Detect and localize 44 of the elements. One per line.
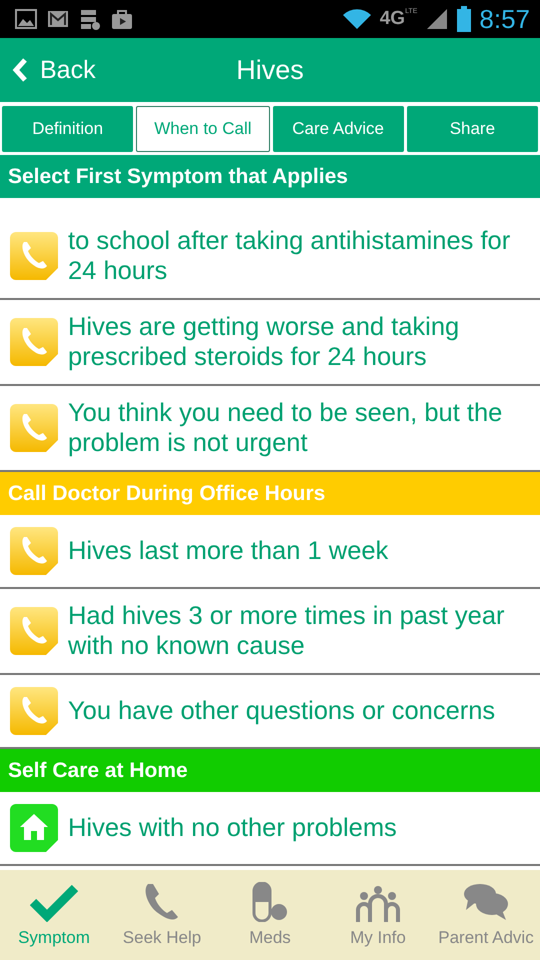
battery-icon bbox=[457, 6, 472, 32]
symptom-text: You think you need to be seen, but the problem is not urgent bbox=[68, 398, 504, 458]
house-icon bbox=[10, 804, 58, 852]
symptom-text: Hives last more than 1 week bbox=[68, 536, 390, 566]
phone-icon bbox=[10, 318, 58, 366]
phone-icon bbox=[10, 607, 58, 655]
nav-tab[interactable]: Symptom bbox=[0, 870, 108, 960]
back-button[interactable]: Back bbox=[0, 56, 96, 84]
symptom-text: Had hives 3 or more times in past year with no known cause bbox=[68, 601, 506, 661]
phone-icon bbox=[10, 527, 58, 575]
section-header: Select First Symptom that Applies bbox=[0, 155, 540, 198]
phone-icon bbox=[10, 687, 58, 735]
chat-bubbles-icon bbox=[462, 882, 510, 922]
symptom-row[interactable]: Hives last more than 1 week bbox=[0, 515, 540, 589]
tab[interactable]: Definition bbox=[2, 106, 134, 152]
clock: 8:57 bbox=[479, 4, 530, 34]
chevron-left-icon bbox=[12, 57, 28, 83]
phone-icon bbox=[10, 232, 58, 280]
network-label: 4G bbox=[380, 8, 406, 30]
symptom-row[interactable]: Hives with no other problems bbox=[0, 792, 540, 866]
shopping-bag-icon bbox=[110, 7, 134, 31]
nav-tab[interactable]: My Info bbox=[324, 870, 432, 960]
symptom-text: Hives with no other problems bbox=[68, 813, 398, 843]
section-header: Call Doctor During Office Hours bbox=[0, 472, 540, 515]
picture-icon bbox=[14, 7, 38, 31]
symptom-row[interactable]: to school after taking antihistamines for 24 hours bbox=[0, 198, 540, 300]
symptom-text: to school after taking antihistamines for 24 hours bbox=[68, 226, 512, 286]
wifi-icon bbox=[342, 7, 372, 31]
symptom-row[interactable]: Hives are getting worse and taking prescribed steroids for 24 hours bbox=[0, 300, 540, 386]
section-header: Self Care at Home bbox=[0, 749, 540, 792]
tab[interactable]: When to Call bbox=[136, 106, 270, 152]
nav-tab[interactable]: Parent Advic bbox=[432, 870, 540, 960]
phone-icon bbox=[10, 404, 58, 452]
nav-tab[interactable]: Seek Help bbox=[108, 870, 216, 960]
storage-icon bbox=[78, 7, 102, 31]
symptom-row[interactable]: Had hives 3 or more times in past year with no known cause bbox=[0, 589, 540, 675]
symptom-text: Hives are getting worse and taking prescribed steroids for 24 hours bbox=[68, 312, 460, 372]
tab[interactable]: Care Advice bbox=[272, 106, 404, 152]
signal-icon bbox=[425, 7, 450, 31]
screen-title: Hives bbox=[236, 54, 304, 86]
check-icon bbox=[30, 882, 78, 922]
nav-tab[interactable]: Meds bbox=[216, 870, 324, 960]
symptom-text: You have other questions or concerns bbox=[68, 696, 496, 726]
tab[interactable]: Share bbox=[406, 106, 538, 152]
